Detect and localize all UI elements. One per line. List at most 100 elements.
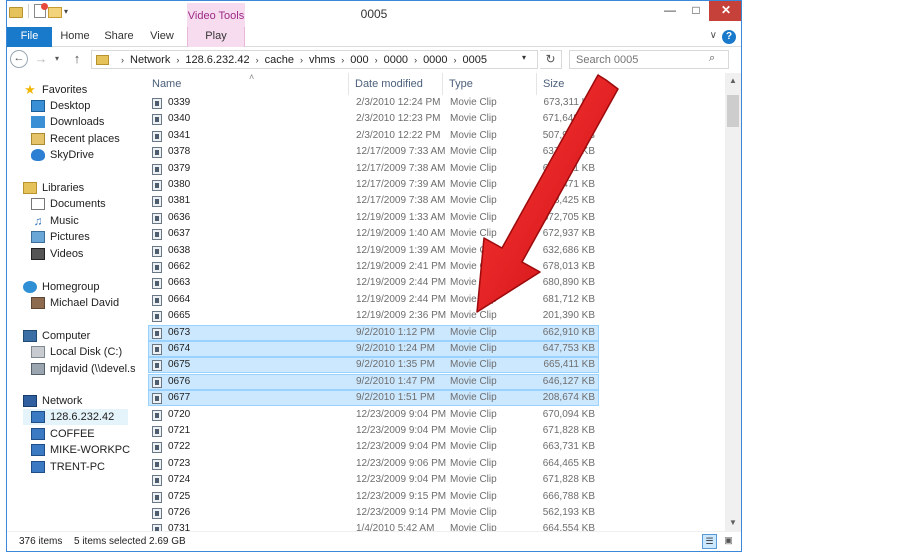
breadcrumb-host[interactable]: 128.6.232.42	[185, 54, 249, 66]
vertical-scrollbar[interactable]: ▲ ▼	[725, 73, 741, 531]
tab-share[interactable]: Share	[99, 27, 139, 47]
crumb-separator[interactable]: ›	[256, 55, 259, 65]
crumb-separator[interactable]: ›	[300, 55, 303, 65]
file-row[interactable]: 0664 12/19/2009 2:44 PM Movie Clip 681,712 …	[148, 292, 599, 308]
file-row[interactable]: 0340 2/3/2010 12:23 PM Movie Clip 671,648 K…	[148, 111, 599, 127]
breadcrumb-vhms[interactable]: vhms	[309, 54, 335, 66]
file-row[interactable]: 0381 12/17/2009 7:38 AM Movie Clip 648,425 …	[148, 193, 599, 209]
file-name: 0341	[168, 129, 191, 141]
tab-view[interactable]: View	[143, 27, 181, 47]
nav-michael-david[interactable]: Michael David	[31, 295, 119, 311]
file-row[interactable]: 0339 2/3/2010 12:24 PM Movie Clip 673,311 K…	[148, 95, 599, 111]
file-row[interactable]: 0674 9/2/2010 1:24 PM Movie Clip 647,753 KB	[148, 341, 599, 357]
file-row[interactable]: 0723 12/23/2009 9:06 PM Movie Clip 664,465 …	[148, 456, 599, 472]
tab-play[interactable]: Play	[187, 27, 245, 47]
breadcrumb-0000-a[interactable]: 0000	[384, 54, 408, 66]
nav-homegroup[interactable]: Homegroup	[23, 279, 99, 295]
refresh-button[interactable]: ↻	[540, 50, 562, 69]
file-row[interactable]: 0662 12/19/2009 2:41 PM Movie Clip 678,013 …	[148, 259, 599, 275]
scroll-thumb[interactable]	[727, 95, 739, 127]
tab-home[interactable]: Home	[55, 27, 95, 47]
breadcrumb-0000-b[interactable]: 0000	[423, 54, 447, 66]
file-date-modified: 9/2/2010 1:47 PM	[356, 375, 435, 387]
file-row[interactable]: 0665 12/19/2009 2:36 PM Movie Clip 201,390 …	[148, 308, 599, 324]
close-button[interactable]: ✕	[709, 1, 741, 21]
nav-network[interactable]: Network	[23, 393, 82, 409]
breadcrumb-0005[interactable]: 0005	[463, 54, 487, 66]
breadcrumb-000[interactable]: 000	[350, 54, 368, 66]
column-header-date-modified[interactable]: Date modified	[349, 73, 443, 95]
nav-libraries[interactable]: Libraries	[23, 180, 84, 196]
nav-favorites[interactable]: ★ Favorites	[23, 82, 87, 98]
file-row[interactable]: 0378 12/17/2009 7:33 AM Movie Clip 637,720 …	[148, 144, 599, 160]
nav-computer[interactable]: Computer	[23, 328, 90, 344]
crumb-separator[interactable]: ›	[454, 55, 457, 65]
maximize-button[interactable]: □	[683, 1, 709, 21]
file-row[interactable]: 0673 9/2/2010 1:12 PM Movie Clip 662,910 KB	[148, 324, 599, 341]
nav-network-drive[interactable]: mjdavid (\\devel.sas	[31, 361, 135, 377]
file-row[interactable]: 0637 12/19/2009 1:40 AM Movie Clip 672,937 …	[148, 226, 599, 242]
search-input[interactable]	[569, 50, 729, 69]
crumb-separator[interactable]: ›	[176, 55, 179, 65]
nav-local-disk[interactable]: Local Disk (C:)	[31, 344, 122, 360]
search-icon[interactable]: ⌕	[709, 52, 715, 65]
file-size: 662,910 KB	[542, 326, 595, 338]
nav-recent-places[interactable]: Recent places	[31, 131, 120, 147]
recent-locations-button[interactable]: ▾	[51, 50, 63, 68]
address-history-icon[interactable]: ▾	[522, 53, 526, 62]
file-row[interactable]: 0341 2/3/2010 12:22 PM Movie Clip 507,996 K…	[148, 128, 599, 144]
details-view-icon[interactable]: ☰	[702, 534, 717, 549]
nav-coffee[interactable]: COFFEE	[31, 426, 95, 442]
column-header-name[interactable]: Name ˄	[146, 73, 349, 95]
file-type: Movie Clip	[450, 146, 497, 158]
minimize-button[interactable]: —	[657, 1, 683, 21]
crumb-separator[interactable]: ›	[414, 55, 417, 65]
file-row[interactable]: 0731 1/4/2010 5:42 AM Movie Clip 664,554 KB	[148, 521, 599, 531]
nav-music[interactable]: ♫ Music	[31, 213, 79, 229]
nav-desktop[interactable]: Desktop	[31, 98, 90, 114]
crumb-separator[interactable]: ›	[375, 55, 378, 65]
column-header-size[interactable]: Size	[537, 73, 599, 95]
help-icon[interactable]: ?	[722, 30, 736, 44]
back-button[interactable]: ←	[10, 50, 28, 68]
nav-skydrive[interactable]: SkyDrive	[31, 147, 94, 163]
crumb-separator[interactable]: ›	[341, 55, 344, 65]
file-row[interactable]: 0721 12/23/2009 9:04 PM Movie Clip 671,828 …	[148, 423, 599, 439]
file-row[interactable]: 0663 12/19/2009 2:44 PM Movie Clip 680,890 …	[148, 275, 599, 291]
file-row[interactable]: 0677 9/2/2010 1:51 PM Movie Clip 208,674 KB	[148, 390, 599, 407]
file-name: 0674	[168, 343, 191, 354]
tab-file[interactable]: File	[7, 27, 52, 47]
computer-icon	[31, 428, 45, 440]
breadcrumb-network[interactable]: Network	[130, 54, 170, 66]
nav-downloads[interactable]: Downloads	[31, 114, 104, 130]
column-header-type[interactable]: Type	[443, 73, 537, 95]
nav-pictures[interactable]: Pictures	[31, 229, 90, 245]
nav-label: Local Disk (C:)	[50, 346, 123, 358]
forward-button[interactable]: →	[33, 50, 49, 68]
expand-ribbon-icon[interactable]: ∨	[710, 30, 717, 41]
nav-videos[interactable]: Videos	[31, 246, 83, 262]
scroll-up-arrow-icon[interactable]: ▲	[725, 73, 741, 89]
file-row[interactable]: 0638 12/19/2009 1:39 AM Movie Clip 632,686 …	[148, 243, 599, 259]
file-row[interactable]: 0636 12/19/2009 1:33 AM Movie Clip 672,705 …	[148, 210, 599, 226]
videos-icon	[31, 248, 45, 260]
scroll-down-arrow-icon[interactable]: ▼	[725, 515, 741, 531]
file-row[interactable]: 0720 12/23/2009 9:04 PM Movie Clip 670,094 …	[148, 407, 599, 423]
nav-mike-workpc[interactable]: MIKE-WORKPC	[31, 442, 130, 458]
nav-host-128-6-232-42[interactable]: 128.6.232.42	[23, 409, 128, 425]
file-row[interactable]: 0379 12/17/2009 7:38 AM Movie Clip 638,221 …	[148, 161, 599, 177]
large-icons-view-icon[interactable]: ▣	[721, 534, 736, 549]
up-button[interactable]: ↑	[69, 50, 85, 68]
file-row[interactable]: 0676 9/2/2010 1:47 PM Movie Clip 646,127 KB	[148, 373, 599, 390]
file-row[interactable]: 0724 12/23/2009 9:04 PM Movie Clip 671,828 …	[148, 472, 599, 488]
file-row[interactable]: 0722 12/23/2009 9:04 PM Movie Clip 663,731 …	[148, 439, 599, 455]
nav-documents[interactable]: Documents	[31, 196, 106, 212]
file-row[interactable]: 0726 12/23/2009 9:14 PM Movie Clip 562,193 …	[148, 505, 599, 521]
nav-trent-pc[interactable]: TRENT-PC	[31, 459, 105, 475]
file-row[interactable]: 0725 12/23/2009 9:15 PM Movie Clip 666,788 …	[148, 489, 599, 505]
file-row[interactable]: 0675 9/2/2010 1:35 PM Movie Clip 665,411 KB	[148, 357, 599, 374]
file-row[interactable]: 0380 12/17/2009 7:39 AM Movie Clip 663,471 …	[148, 177, 599, 193]
crumb-separator[interactable]: ›	[121, 55, 124, 65]
address-bar[interactable]: › Network › 128.6.232.42 › cache › vhms …	[91, 50, 538, 69]
breadcrumb-cache[interactable]: cache	[265, 54, 294, 66]
